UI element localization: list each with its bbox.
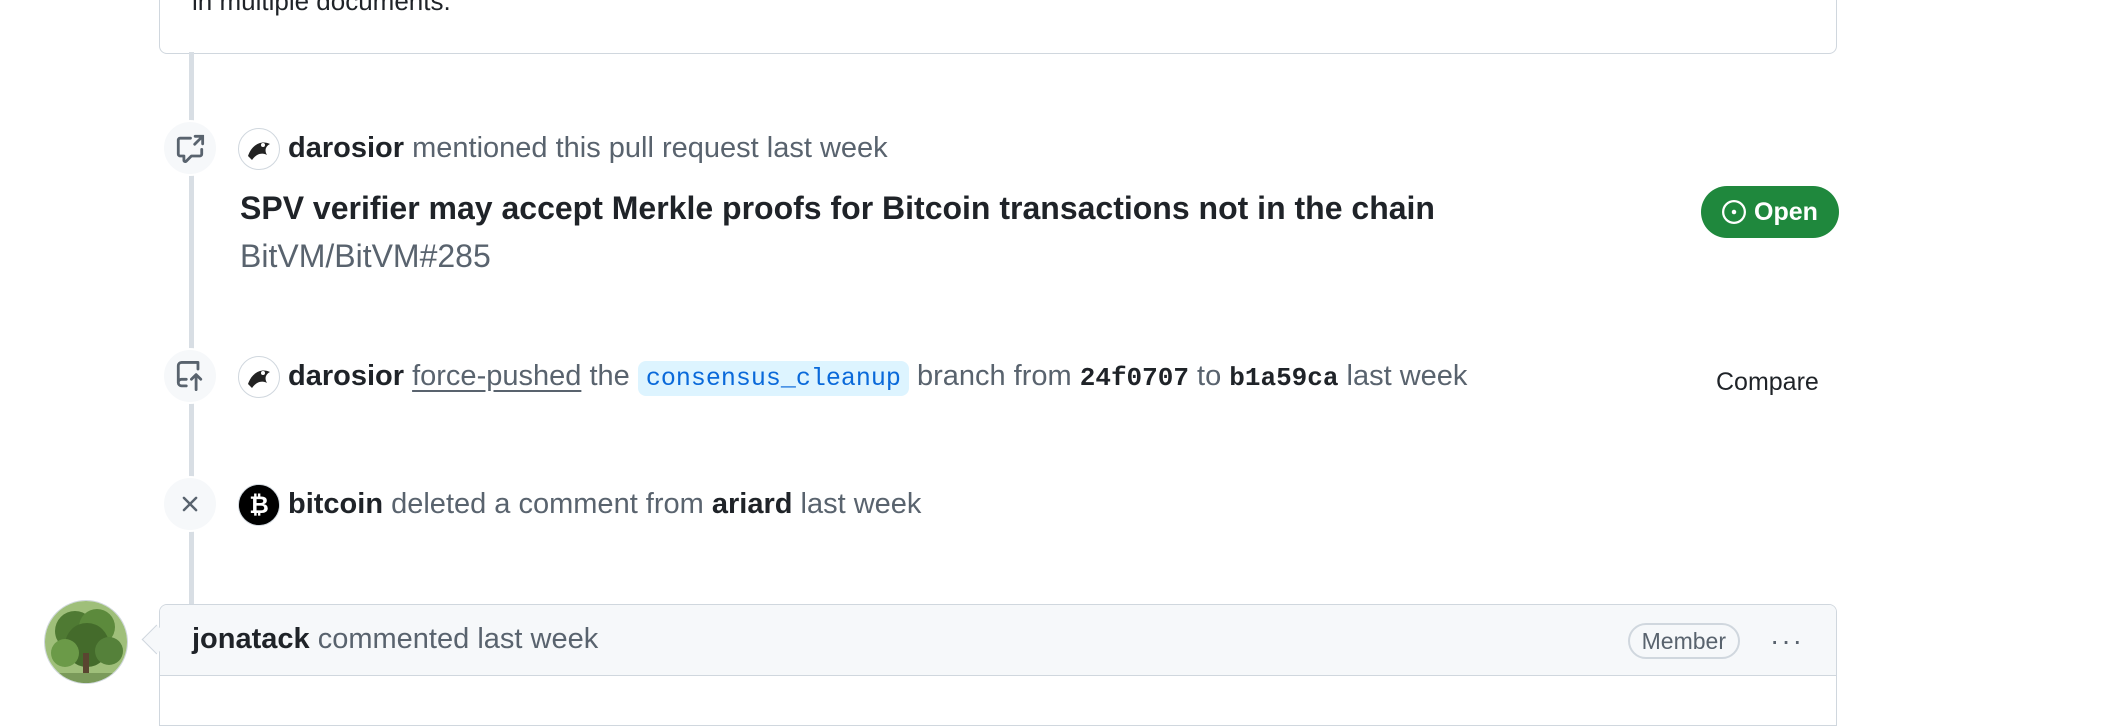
event-time[interactable]: last week xyxy=(767,132,888,164)
comment-time[interactable]: last week xyxy=(477,623,598,655)
actor-link[interactable]: darosior xyxy=(288,132,404,164)
event-time[interactable]: last week xyxy=(1347,360,1468,392)
x-icon xyxy=(162,476,218,532)
comment-meta: jonatack commented last week xyxy=(192,619,598,659)
mention-event-line: darosior mentioned this pull request las… xyxy=(288,128,888,168)
referenced-issue-title[interactable]: SPV verifier may accept Merkle proofs fo… xyxy=(240,190,1435,227)
bitcoin-logo-icon: ₿ xyxy=(239,485,279,525)
avatar-jonatack[interactable] xyxy=(44,600,128,684)
comment-header: jonatack commented last week Member ··· xyxy=(160,605,1836,676)
event-time[interactable]: last week xyxy=(801,488,922,520)
comment-action: commented xyxy=(317,623,470,655)
avatar-darosior[interactable] xyxy=(238,356,280,398)
cross-reference-icon xyxy=(162,120,218,176)
member-badge: Member xyxy=(1627,623,1740,659)
actor-link[interactable]: darosior xyxy=(288,360,404,392)
to-word: to xyxy=(1197,360,1222,392)
issue-state-badge: Open xyxy=(1701,186,1839,238)
actor-link[interactable]: bitcoin xyxy=(288,488,383,520)
event-action: deleted a comment from xyxy=(391,488,704,520)
branch-name[interactable]: consensus_cleanup xyxy=(637,361,909,396)
repo-push-icon xyxy=(162,348,218,404)
branch-from-text: branch from xyxy=(916,360,1072,392)
issue-opened-icon xyxy=(1722,200,1747,224)
comment-box: jonatack commented last week Member ··· xyxy=(159,604,1837,726)
force-pushed-link[interactable]: force-pushed xyxy=(412,360,581,392)
target-user-link[interactable]: ariard xyxy=(712,488,793,520)
compare-button[interactable]: Compare xyxy=(1716,368,1819,397)
deleted-comment-event-line: bitcoin deleted a comment from ariard la… xyxy=(288,484,921,524)
from-commit-sha[interactable]: 24f0707 xyxy=(1080,363,1189,393)
comment-author-link[interactable]: jonatack xyxy=(192,623,310,655)
issue-state-label: Open xyxy=(1754,197,1818,226)
avatar-bitcoin[interactable]: ₿ xyxy=(238,484,280,526)
event-action: mentioned this pull request xyxy=(412,132,759,164)
svg-text:₿: ₿ xyxy=(249,492,269,519)
the-word: the xyxy=(589,360,630,392)
avatar-darosior[interactable] xyxy=(238,128,280,170)
to-commit-sha[interactable]: b1a59ca xyxy=(1229,363,1338,393)
previous-comment-text: in multiple documents. xyxy=(192,0,451,16)
force-push-event-line: darosior force-pushed the consensus_clea… xyxy=(288,356,1467,399)
referenced-issue-number[interactable]: BitVM/BitVM#285 xyxy=(240,238,491,275)
kebab-horizontal-icon[interactable]: ··· xyxy=(1770,627,1804,655)
